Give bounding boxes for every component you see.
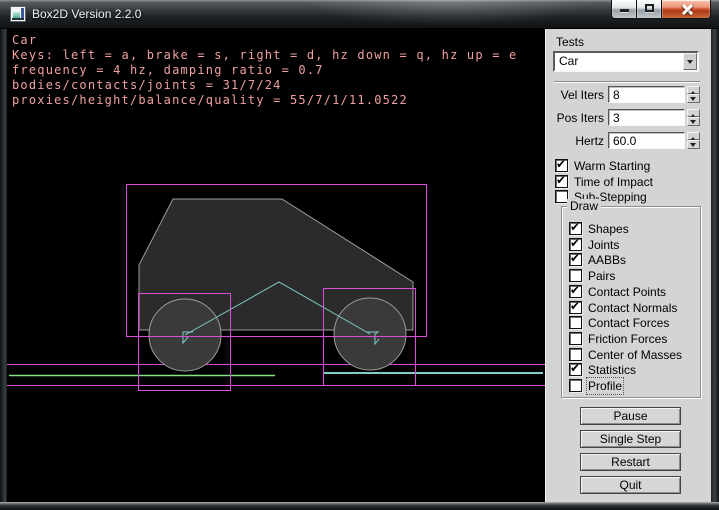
hud-line: Car [12, 33, 517, 48]
checkbox-label: Time of Impact [574, 175, 653, 189]
panel-button[interactable]: Restart [580, 453, 681, 471]
checkbox-label: Contact Normals [588, 301, 677, 315]
simulation-viewport[interactable]: CarKeys: left = a, brake = s, right = d,… [7, 29, 545, 502]
window-frame-left [0, 29, 7, 502]
draw-group-label: Draw [567, 199, 601, 213]
spinner-label: Vel Iters [561, 88, 604, 102]
maximize-icon [645, 4, 654, 12]
spinner-row: Pos Iters 3 [546, 109, 712, 126]
spinner-row: Vel Iters 8 [546, 86, 712, 103]
checkbox-label: Profile [588, 379, 622, 393]
spinner-label: Pos Iters [557, 111, 604, 125]
spinner-buttons[interactable] [687, 86, 700, 103]
title-bar[interactable]: Box2D Version 2.2.0 [0, 0, 719, 29]
control-panel: Tests Car Vel Iters 8 Pos Iters 3 Hertz … [545, 29, 711, 502]
spinner-buttons[interactable] [687, 109, 700, 126]
spinner-up-icon[interactable] [687, 86, 700, 94]
spinner-value-field[interactable]: 3 [608, 109, 685, 126]
checkbox[interactable]: ✔ [569, 222, 582, 235]
panel-button[interactable]: Single Step [580, 430, 681, 448]
checkbox-label: AABBs [588, 253, 626, 267]
checkbox[interactable]: ✔ [569, 238, 582, 251]
caption-buttons [611, 0, 711, 19]
checkbox[interactable]: ✔ [555, 175, 568, 188]
separator [554, 81, 700, 83]
checkbox-label: Statistics [588, 363, 636, 377]
app-icon-detail [12, 18, 24, 20]
check-mark-icon: ✔ [570, 361, 580, 375]
hud-line: frequency = 4 hz, damping ratio = 0.7 [12, 63, 517, 78]
tests-dropdown[interactable]: Car [553, 51, 699, 72]
spinner-buttons[interactable] [687, 132, 700, 149]
window-frame-bottom [0, 502, 719, 510]
checkbox[interactable]: ✔ [569, 285, 582, 298]
close-button[interactable] [661, 0, 711, 19]
checkbox[interactable] [569, 269, 582, 282]
app-icon [10, 6, 26, 22]
checkbox-label: Center of Masses [588, 348, 682, 362]
minimize-icon [620, 9, 629, 12]
check-mark-icon: ✔ [570, 299, 580, 313]
chevron-down-icon[interactable] [683, 53, 697, 70]
maximize-button[interactable] [636, 0, 662, 19]
tests-label: Tests [556, 35, 584, 49]
spinner-up-icon[interactable] [687, 109, 700, 117]
checkbox[interactable] [569, 316, 582, 329]
spinner-value-field[interactable]: 60.0 [608, 132, 685, 149]
check-mark-icon: ✔ [570, 283, 580, 297]
checkbox-label: Pairs [588, 269, 615, 283]
panel-button[interactable]: Pause [580, 407, 681, 425]
spinner-down-icon[interactable] [687, 117, 700, 126]
window-frame-right [711, 29, 719, 502]
check-mark-icon: ✔ [556, 157, 566, 171]
checkbox-label: Friction Forces [588, 332, 667, 346]
minimize-button[interactable] [611, 0, 637, 19]
checkbox-label: Contact Forces [588, 316, 669, 330]
window-title: Box2D Version 2.2.0 [32, 0, 141, 29]
checkbox[interactable]: ✔ [569, 301, 582, 314]
hud-line: bodies/contacts/joints = 31/7/24 [12, 78, 517, 93]
checkbox[interactable] [569, 379, 582, 392]
spinner-down-icon[interactable] [687, 140, 700, 149]
draw-group: Draw ✔ Shapes ✔ Joints ✔ AABBs Pairs ✔ C… [561, 206, 701, 398]
tests-dropdown-value: Car [559, 54, 578, 69]
hud-line: Keys: left = a, brake = s, right = d, hz… [12, 48, 517, 63]
box2d-window: Box2D Version 2.2.0 [0, 0, 719, 510]
checkbox-label: Warm Starting [574, 159, 650, 173]
spinner-label: Hertz [575, 134, 604, 148]
check-mark-icon: ✔ [570, 220, 580, 234]
check-mark-icon: ✔ [570, 236, 580, 250]
spinner-up-icon[interactable] [687, 132, 700, 140]
hud-line: proxies/height/balance/quality = 55/7/1/… [12, 93, 517, 108]
hud-text: CarKeys: left = a, brake = s, right = d,… [12, 33, 517, 108]
spinner-value-field[interactable]: 8 [608, 86, 685, 103]
panel-button[interactable]: Quit [580, 476, 681, 494]
checkbox-label: Joints [588, 238, 619, 252]
close-icon [681, 8, 694, 11]
spinner-down-icon[interactable] [687, 94, 700, 103]
checkbox[interactable] [569, 348, 582, 361]
spinner-row: Hertz 60.0 [546, 132, 712, 149]
checkbox[interactable] [569, 332, 582, 345]
checkbox-label: Shapes [588, 222, 629, 236]
checkbox[interactable]: ✔ [555, 159, 568, 172]
check-mark-icon: ✔ [570, 251, 580, 265]
checkbox[interactable]: ✔ [569, 253, 582, 266]
checkbox-label: Contact Points [588, 285, 666, 299]
check-mark-icon: ✔ [556, 173, 566, 187]
checkbox[interactable]: ✔ [569, 363, 582, 376]
